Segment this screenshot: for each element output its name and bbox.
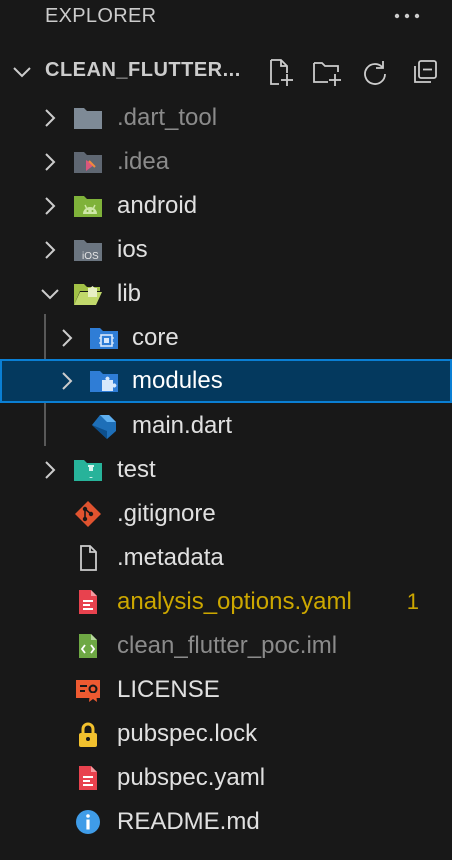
- tree-item-label: lib: [117, 280, 142, 307]
- ellipsis-icon: [394, 13, 420, 19]
- lib-folder-open-icon: [74, 284, 102, 305]
- tree-item-label: README.md: [117, 808, 260, 835]
- yaml-file-icon: [79, 766, 97, 790]
- core-folder-icon: [90, 328, 118, 349]
- tree-item-label: modules: [132, 367, 223, 394]
- license-icon: [76, 680, 100, 702]
- tree-item-label: android: [117, 192, 198, 219]
- chevron-down-icon: [41, 289, 59, 300]
- collapse-all-icon: [414, 60, 437, 83]
- dart-file-icon: [92, 415, 116, 439]
- tree-item-label: .gitignore: [117, 500, 216, 527]
- yaml-file-icon: [79, 590, 97, 614]
- tree-item-license[interactable]: LICENSE: [0, 668, 452, 712]
- tree-item-test[interactable]: test: [0, 448, 452, 492]
- tree-item-dart-tool[interactable]: .dart_tool: [0, 96, 452, 140]
- android-folder-icon: [74, 196, 102, 217]
- tree-item-label: .metadata: [117, 544, 224, 571]
- tree-item-core[interactable]: core: [0, 316, 452, 360]
- chevron-right-icon: [45, 461, 56, 479]
- explorer-title: EXPLORER: [45, 5, 157, 27]
- xml-file-icon: [79, 634, 97, 658]
- chevron-right-icon: [45, 153, 56, 171]
- tree-item-label: .idea: [117, 148, 170, 175]
- problems-count-badge: 1: [406, 589, 419, 614]
- refresh-icon: [364, 61, 386, 85]
- chevron-right-icon: [45, 241, 56, 259]
- tree-item-modules[interactable]: modules: [0, 359, 452, 403]
- test-folder-icon: [74, 460, 102, 481]
- tree-item-readme[interactable]: README.md: [0, 800, 452, 844]
- tree-item-main-dart[interactable]: main.dart: [0, 404, 452, 448]
- tree-item-label: main.dart: [132, 412, 233, 439]
- svg-text:iOS: iOS: [82, 251, 99, 262]
- tree-item-label: LICENSE: [117, 676, 220, 703]
- new-file-button[interactable]: [264, 56, 296, 88]
- explorer-header: EXPLORER: [0, 0, 452, 34]
- chevron-down-icon: [13, 67, 31, 78]
- tree-item-gitignore[interactable]: .gitignore: [0, 492, 452, 536]
- tree-item-label: .dart_tool: [117, 104, 218, 131]
- git-icon: [75, 501, 101, 527]
- tree-item-label: pubspec.lock: [117, 720, 258, 747]
- tree-item-pubspec-yaml[interactable]: pubspec.yaml: [0, 756, 452, 800]
- tree-item-label: analysis_options.yaml: [117, 588, 352, 615]
- tree-item-idea[interactable]: .idea: [0, 140, 452, 184]
- new-folder-icon: [313, 62, 341, 86]
- more-actions-button[interactable]: [390, 0, 424, 32]
- tree-item-label: ios: [117, 236, 148, 263]
- refresh-explorer-button[interactable]: [359, 56, 391, 88]
- chevron-right-icon: [62, 372, 73, 390]
- tree-item-label: pubspec.yaml: [117, 764, 266, 791]
- folder-icon: [74, 108, 102, 129]
- collapse-all-button[interactable]: [409, 56, 441, 88]
- tree-item-label: test: [117, 456, 156, 483]
- tree-item-label: core: [132, 324, 179, 351]
- idea-folder-icon: [74, 152, 102, 173]
- tree-item-android[interactable]: android: [0, 184, 452, 228]
- info-icon: [76, 810, 100, 834]
- chevron-right-icon: [45, 197, 56, 215]
- tree-item-pubspec-lock[interactable]: pubspec.lock: [0, 712, 452, 756]
- workspace-title: CLEAN_FLUTTER...: [45, 59, 241, 81]
- lock-icon: [79, 722, 97, 747]
- file-icon: [80, 545, 97, 571]
- tree-item-analysis-options[interactable]: analysis_options.yaml 1: [0, 580, 452, 624]
- workspace-section-header[interactable]: CLEAN_FLUTTER...: [0, 50, 452, 94]
- chevron-right-icon: [45, 109, 56, 127]
- tree-item-iml[interactable]: clean_flutter_poc.iml: [0, 624, 452, 668]
- new-file-icon: [270, 59, 293, 86]
- chevron-right-icon: [62, 329, 73, 347]
- tree-item-label: clean_flutter_poc.iml: [117, 632, 338, 659]
- tree-item-lib[interactable]: lib: [0, 272, 452, 316]
- ios-folder-icon: iOS: [74, 240, 102, 262]
- modules-folder-icon: [90, 371, 118, 392]
- new-folder-button[interactable]: [311, 56, 343, 88]
- tree-item-metadata[interactable]: .metadata: [0, 536, 452, 580]
- tree-item-ios[interactable]: iOS ios: [0, 228, 452, 272]
